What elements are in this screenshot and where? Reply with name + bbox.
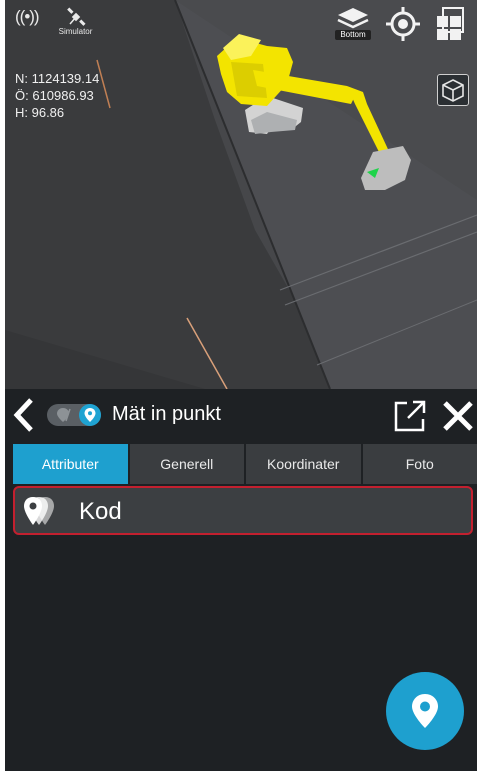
tab-bar: Attributer Generell Koordinater Foto [13,444,477,484]
map-3d-viewport[interactable]: ((•)) Simulator N: 1124139.14 Ö: 610986.… [5,0,477,389]
close-button[interactable] [441,399,475,433]
view-cube-icon [442,79,464,102]
measure-point-panel: Mät in punkt Attributer Generell Koordin… [5,389,477,771]
back-button[interactable] [11,397,37,433]
view-cube-button[interactable] [437,74,469,106]
tab-koordinater[interactable]: Koordinater [246,444,361,484]
map-toolbar: Bottom [335,6,471,42]
windows-button[interactable] [435,6,471,42]
kod-label: Kod [79,498,122,525]
close-icon [443,401,473,431]
location-off-icon [57,408,71,422]
gps-signal-icon[interactable]: ((•)) [15,6,40,36]
app-frame: ((•)) Simulator N: 1124139.14 Ö: 610986.… [5,0,477,771]
east-coordinate: Ö: 610986.93 [15,88,94,103]
location-pin-icon [84,408,96,422]
crosshair-target-icon [386,7,420,41]
panel-title: Mät in punkt [112,403,221,425]
stacked-location-pins-icon [24,497,54,525]
location-pin-icon [412,694,438,728]
layers-button[interactable]: Bottom [335,6,371,42]
measure-point-button[interactable] [386,672,464,750]
tab-attributer[interactable]: Attributer [13,444,128,484]
simulator-indicator[interactable]: Simulator [58,6,93,36]
north-coordinate: N: 1124139.14 [15,71,100,86]
layers-icon [337,8,369,29]
tab-generell[interactable]: Generell [129,444,244,484]
locate-button[interactable] [385,6,421,42]
coordinate-readout: N: 1124139.14 Ö: 610986.93 H: 96.86 [15,70,99,121]
tab-foto[interactable]: Foto [362,444,477,484]
panel-header: Mät in punkt [5,389,477,441]
layer-level-label: Bottom [335,30,371,40]
status-icons: ((•)) Simulator [15,6,92,36]
terrain-scene [5,0,477,389]
satellite-icon [66,7,86,26]
chevron-left-icon [13,398,33,432]
height-coordinate: H: 96.86 [15,105,65,120]
mode-toggle[interactable] [47,404,101,426]
open-external-icon [394,400,426,432]
toggle-knob [79,404,101,426]
open-external-button[interactable] [393,399,427,433]
kod-attribute-row[interactable]: Kod [13,486,473,535]
windows-icon [437,7,464,40]
simulator-label: Simulator [58,27,93,36]
